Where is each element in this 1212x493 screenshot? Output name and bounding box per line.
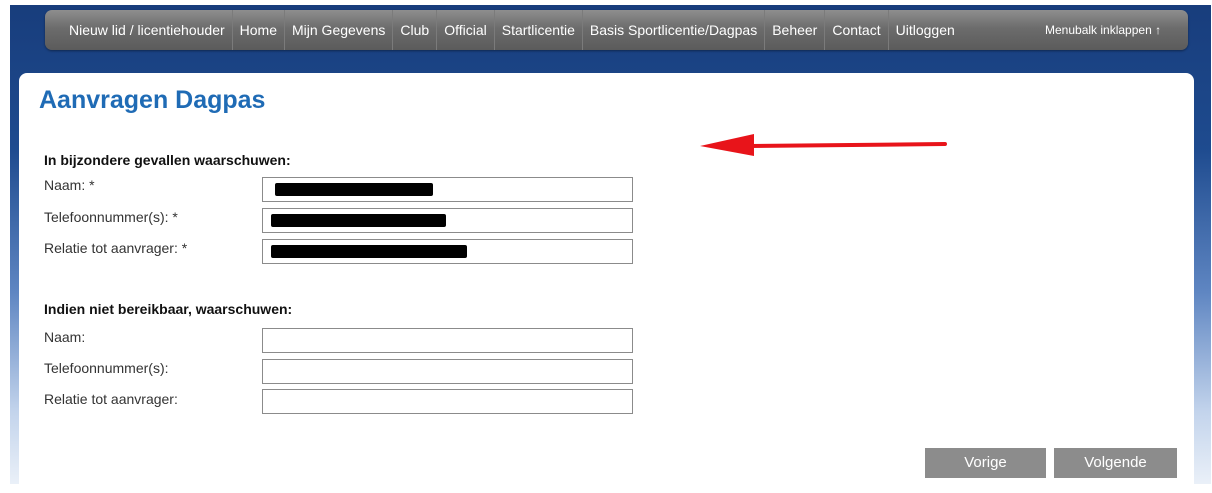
content-panel: Aanvragen Dagpas In bijzondere gevallen … xyxy=(19,73,1194,493)
label-fallback-phone: Telefoonnummer(s): xyxy=(44,360,169,376)
nav-item-official[interactable]: Official xyxy=(437,10,495,50)
label-emergency-phone: Telefoonnummer(s): * xyxy=(44,209,178,225)
nav-item-contact[interactable]: Contact xyxy=(825,10,889,50)
menu-collapse-link[interactable]: Menubalk inklappen ↑ xyxy=(1045,10,1161,50)
nav-item-nieuw-lid[interactable]: Nieuw lid / licentiehouder xyxy=(62,10,233,50)
nav-item-startlicentie[interactable]: Startlicentie xyxy=(495,10,583,50)
nav-item-mijn-gegevens[interactable]: Mijn Gegevens xyxy=(285,10,394,50)
nav-item-club[interactable]: Club xyxy=(393,10,438,50)
section-heading-fallback: Indien niet bereikbaar, waarschuwen: xyxy=(44,301,293,317)
label-emergency-name: Naam: * xyxy=(44,177,95,193)
label-fallback-name: Naam: xyxy=(44,329,86,345)
fallback-phone-field[interactable] xyxy=(262,359,633,384)
label-fallback-relation: Relatie tot aanvrager: xyxy=(44,391,178,407)
fallback-name-field[interactable] xyxy=(262,328,633,353)
redacted-value xyxy=(271,214,446,227)
section-heading-emergency: In bijzondere gevallen waarschuwen: xyxy=(44,152,291,168)
fallback-relation-field[interactable] xyxy=(262,389,633,414)
main-nav: Nieuw lid / licentiehouder Home Mijn Geg… xyxy=(62,10,962,50)
nav-item-home[interactable]: Home xyxy=(233,10,285,50)
next-button[interactable]: Volgende xyxy=(1054,448,1177,478)
nav-item-basis-sportlicentie[interactable]: Basis Sportlicentie/Dagpas xyxy=(583,10,766,50)
label-emergency-relation: Relatie tot aanvrager: * xyxy=(44,240,188,256)
page-title: Aanvragen Dagpas xyxy=(39,86,266,114)
emergency-relation-field[interactable] xyxy=(262,239,633,264)
previous-button[interactable]: Vorige xyxy=(925,448,1046,478)
redacted-value xyxy=(275,183,433,196)
nav-item-uitloggen[interactable]: Uitloggen xyxy=(889,10,962,50)
nav-item-beheer[interactable]: Beheer xyxy=(765,10,826,50)
emergency-name-field[interactable] xyxy=(262,177,633,202)
emergency-phone-field[interactable] xyxy=(262,208,633,233)
red-arrow-annotation-icon xyxy=(700,134,947,156)
redacted-value xyxy=(271,245,467,258)
